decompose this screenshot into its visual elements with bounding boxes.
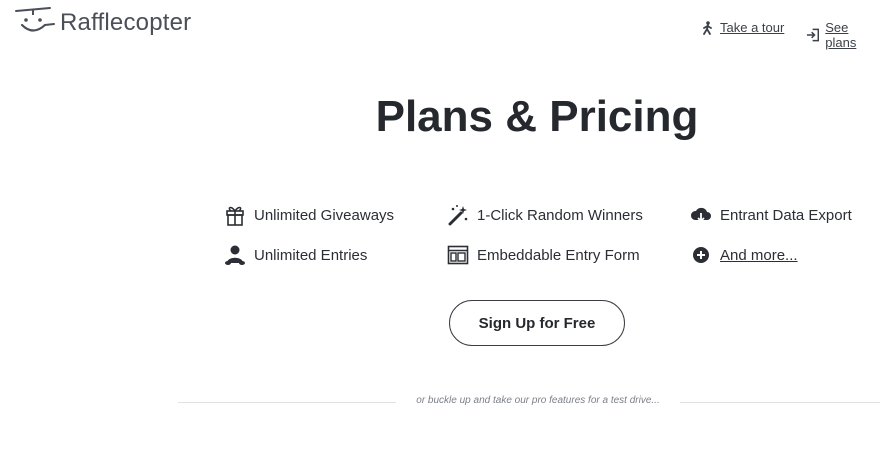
divider-left	[178, 402, 396, 403]
see-plans-label: See plans	[825, 20, 857, 50]
feature-label: Entrant Data Export	[720, 206, 852, 224]
and-more-link[interactable]: And more...	[720, 247, 798, 264]
feature-unlimited-giveaways: Unlimited Giveaways	[224, 204, 394, 226]
take-a-tour-label: Take a tour	[720, 20, 785, 35]
sign-in-icon	[806, 28, 820, 42]
walking-person-icon	[703, 20, 712, 35]
brand-name: Rafflecopter	[60, 9, 192, 36]
feature-label: 1-Click Random Winners	[477, 206, 643, 224]
feature-label: Unlimited Entries	[254, 246, 368, 264]
magic-wand-icon	[447, 204, 469, 226]
feature-data-export: Entrant Data Export	[690, 204, 852, 226]
take-a-tour-link[interactable]: Take a tour	[702, 20, 784, 35]
sign-up-button[interactable]: Sign Up for Free	[449, 300, 625, 346]
cloud-download-icon	[690, 204, 712, 226]
helicopter-smiley-icon	[15, 7, 55, 32]
page-title: Plans & Pricing	[375, 92, 699, 141]
embed-form-icon	[447, 244, 469, 266]
divider-right	[680, 402, 880, 403]
feature-unlimited-entries: Unlimited Entries	[224, 244, 367, 266]
feature-label: Embeddable Entry Form	[477, 246, 640, 264]
feature-random-winners: 1-Click Random Winners	[447, 204, 643, 226]
test-drive-caption: or buckle up and take our pro features f…	[416, 395, 660, 406]
user-group-icon	[224, 244, 246, 266]
site-header: Rafflecopter Take a tour See plans	[0, 0, 880, 56]
gift-icon	[224, 204, 246, 226]
plus-circle-icon	[690, 244, 712, 266]
feature-label: Unlimited Giveaways	[254, 206, 395, 224]
feature-embeddable-form: Embeddable Entry Form	[447, 244, 640, 266]
rafflecopter-logo[interactable]: Rafflecopter	[14, 6, 191, 40]
feature-and-more[interactable]: And more...	[690, 244, 798, 266]
see-plans-link[interactable]: See plans	[806, 20, 880, 50]
